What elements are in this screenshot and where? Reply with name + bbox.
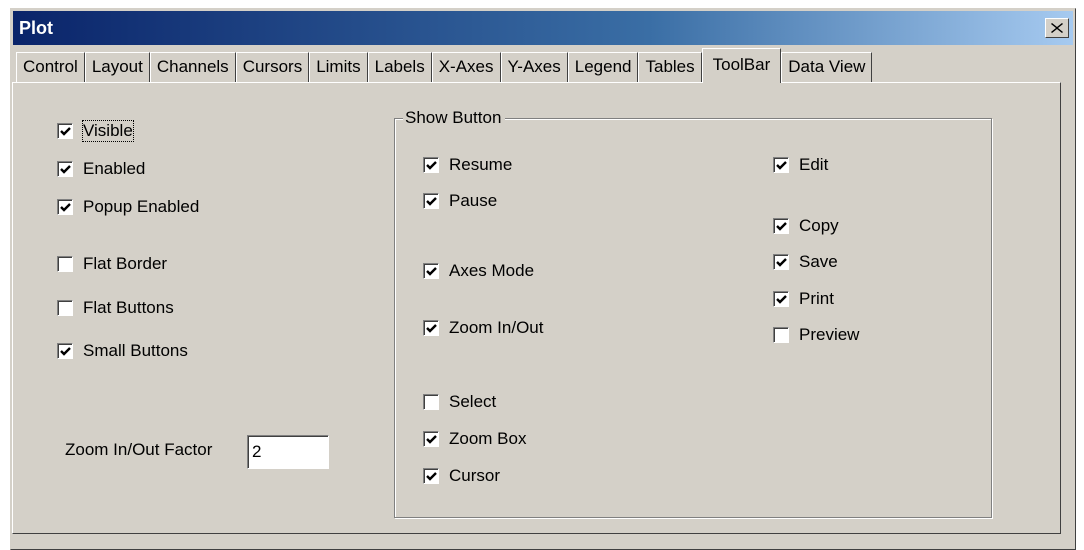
checkbox-label: Axes Mode <box>449 261 535 280</box>
visible-checkbox[interactable]: Visible <box>57 120 134 142</box>
checkbox-label: Flat Border <box>83 254 168 273</box>
pause-checkbox[interactable]: Pause <box>423 191 497 211</box>
show-button-group: Show Button Resume Pause Axes Mode Zoom … <box>394 108 992 518</box>
copy-checkbox[interactable]: Copy <box>773 216 839 236</box>
checkbox-box[interactable] <box>423 431 439 447</box>
tab-control[interactable]: Control <box>16 52 85 82</box>
checkbox-label: Select <box>449 392 497 411</box>
cursor-checkbox[interactable]: Cursor <box>423 466 500 486</box>
checkmark-icon <box>59 202 71 212</box>
toolbar-tab-panel: Visible Enabled Popup Enabled Flat Borde… <box>12 82 1061 534</box>
flat-border-checkbox[interactable]: Flat Border <box>57 254 167 274</box>
tab-strip: Control Layout Channels Cursors Limits L… <box>16 48 873 83</box>
checkbox-box[interactable] <box>773 157 789 173</box>
checkbox-box[interactable] <box>773 218 789 234</box>
checkbox-box[interactable] <box>423 157 439 173</box>
checkbox-box[interactable] <box>57 199 73 215</box>
axes-mode-checkbox[interactable]: Axes Mode <box>423 261 534 281</box>
small-buttons-checkbox[interactable]: Small Buttons <box>57 341 188 361</box>
tab-data-view[interactable]: Data View <box>781 52 873 82</box>
checkmark-icon <box>59 346 71 356</box>
checkbox-label: Popup Enabled <box>83 197 200 216</box>
checkbox-label: Zoom Box <box>449 429 527 448</box>
select-checkbox[interactable]: Select <box>423 392 496 412</box>
tab-layout[interactable]: Layout <box>84 52 150 82</box>
tab-labels[interactable]: Labels <box>367 52 432 82</box>
checkbox-label: Save <box>799 252 838 271</box>
resume-checkbox[interactable]: Resume <box>423 155 512 175</box>
checkmark-icon <box>425 196 437 206</box>
tab-toolbar[interactable]: ToolBar <box>701 48 782 83</box>
popup-enabled-checkbox[interactable]: Popup Enabled <box>57 197 199 217</box>
checkmark-icon <box>425 434 437 444</box>
checkmark-icon <box>775 294 787 304</box>
zoom-factor-label: Zoom In/Out Factor <box>65 440 213 459</box>
checkbox-label: Enabled <box>83 159 146 178</box>
checkbox-box[interactable] <box>57 123 73 139</box>
checkbox-box[interactable] <box>773 291 789 307</box>
save-checkbox[interactable]: Save <box>773 252 838 272</box>
checkbox-box[interactable] <box>57 343 73 359</box>
zoom-in-out-checkbox[interactable]: Zoom In/Out <box>423 318 543 338</box>
checkbox-box[interactable] <box>773 254 789 270</box>
tab-x-axes[interactable]: X-Axes <box>431 52 501 82</box>
checkmark-icon <box>775 160 787 170</box>
checkmark-icon <box>59 126 71 136</box>
preview-checkbox[interactable]: Preview <box>773 325 859 345</box>
checkmark-icon <box>425 266 437 276</box>
close-button[interactable] <box>1045 18 1069 38</box>
close-icon <box>1051 23 1063 33</box>
tab-tables[interactable]: Tables <box>638 52 702 82</box>
tab-limits[interactable]: Limits <box>309 52 368 82</box>
checkbox-box[interactable] <box>423 193 439 209</box>
checkbox-label: Cursor <box>449 466 501 485</box>
checkbox-box[interactable] <box>773 327 789 343</box>
group-title: Show Button <box>403 108 506 128</box>
checkbox-label: Visible <box>82 120 134 142</box>
checkbox-box[interactable] <box>57 300 73 316</box>
checkbox-label: Flat Buttons <box>83 298 174 317</box>
checkbox-box[interactable] <box>57 161 73 177</box>
checkbox-label: Pause <box>449 191 498 210</box>
enabled-checkbox[interactable]: Enabled <box>57 159 145 179</box>
checkmark-icon <box>425 323 437 333</box>
flat-buttons-checkbox[interactable]: Flat Buttons <box>57 298 174 318</box>
tab-y-axes[interactable]: Y-Axes <box>500 52 568 82</box>
checkbox-box[interactable] <box>423 263 439 279</box>
checkmark-icon <box>425 160 437 170</box>
checkbox-box[interactable] <box>423 320 439 336</box>
window-title: Plot <box>19 18 53 38</box>
tab-channels[interactable]: Channels <box>149 52 236 82</box>
zoom-box-checkbox[interactable]: Zoom Box <box>423 429 526 449</box>
checkmark-icon <box>425 471 437 481</box>
title-bar[interactable]: Plot <box>13 11 1073 45</box>
checkbox-label: Zoom In/Out <box>449 318 544 337</box>
checkbox-box[interactable] <box>423 468 439 484</box>
zoom-factor-input[interactable] <box>247 435 329 469</box>
checkbox-label: Resume <box>449 155 513 174</box>
checkbox-label: Copy <box>799 216 839 235</box>
checkmark-icon <box>775 221 787 231</box>
checkbox-label: Small Buttons <box>83 341 188 360</box>
checkbox-box[interactable] <box>423 394 439 410</box>
checkmark-icon <box>59 164 71 174</box>
tab-cursors[interactable]: Cursors <box>235 52 310 82</box>
checkbox-label: Print <box>799 289 834 308</box>
print-checkbox[interactable]: Print <box>773 289 834 309</box>
checkbox-label: Edit <box>799 155 829 174</box>
checkbox-label: Preview <box>799 325 860 344</box>
checkmark-icon <box>775 257 787 267</box>
tab-legend[interactable]: Legend <box>567 52 639 82</box>
edit-checkbox[interactable]: Edit <box>773 155 828 175</box>
checkbox-box[interactable] <box>57 256 73 272</box>
